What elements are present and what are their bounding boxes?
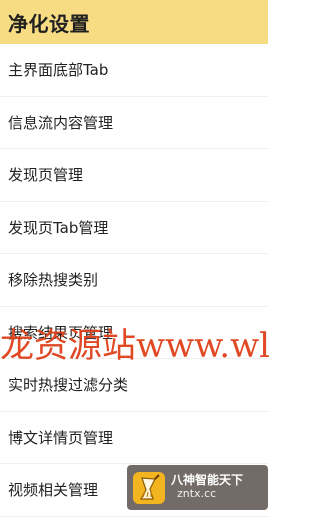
list-item-label: 博文详情页管理 [8, 428, 114, 447]
settings-list: 主界面底部Tab 信息流内容管理 发现页管理 发现页Tab管理 移除热搜类别 搜… [0, 44, 268, 517]
list-item-realtime-filter[interactable]: 实时热搜过滤分类 [0, 359, 268, 412]
list-item-label: 主界面底部Tab [8, 61, 109, 80]
header-bar: 净化设置 [0, 0, 268, 44]
list-item-discover-page[interactable]: 发现页管理 [0, 149, 268, 202]
list-item-label: 移除热搜类别 [8, 271, 99, 290]
list-item-label: 视频相关管理 [8, 481, 99, 500]
list-item-label: 实时热搜过滤分类 [8, 376, 129, 395]
list-item-search-results[interactable]: 搜索结果页管理 [0, 306, 268, 359]
page-title: 净化设置 [8, 11, 90, 36]
list-item-video[interactable]: 视频相关管理 [0, 464, 268, 517]
list-item-label: 搜索结果页管理 [8, 323, 114, 342]
list-item-main-tab[interactable]: 主界面底部Tab [0, 44, 268, 97]
list-item-label: 信息流内容管理 [8, 113, 114, 132]
list-item-label: 发现页管理 [8, 166, 84, 185]
list-item-feed-content[interactable]: 信息流内容管理 [0, 96, 268, 149]
list-item-label: 发现页Tab管理 [8, 218, 109, 237]
list-item-discover-tab[interactable]: 发现页Tab管理 [0, 201, 268, 254]
list-item-remove-hot-search[interactable]: 移除热搜类别 [0, 254, 268, 307]
list-item-post-detail[interactable]: 博文详情页管理 [0, 411, 268, 464]
